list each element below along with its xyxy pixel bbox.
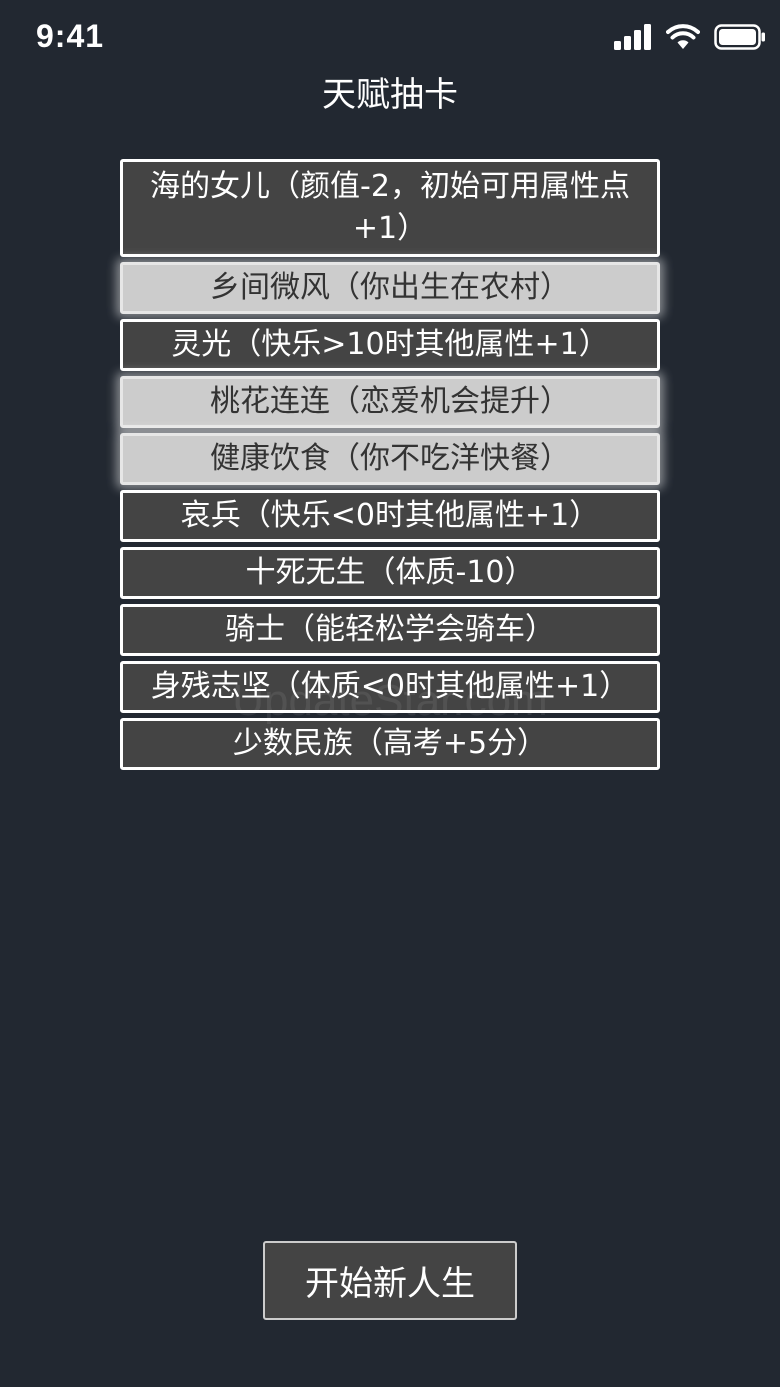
talent-card-inspiration[interactable]: 灵光（快乐>10时其他属性+1） [120, 319, 660, 371]
battery-icon [714, 24, 765, 50]
talent-card-disabled-strong-will[interactable]: 身残志坚（体质<0时其他属性+1） [120, 661, 660, 713]
talent-card-country-breeze[interactable]: 乡间微风（你出生在农村） [120, 262, 660, 314]
status-icons [614, 24, 766, 50]
status-time: 9:41 [36, 18, 105, 54]
talent-card-certain-death[interactable]: 十死无生（体质-10） [120, 547, 660, 599]
page-title: 天赋抽卡 [322, 75, 458, 115]
talent-card-ethnic-minority[interactable]: 少数民族（高考+5分） [120, 718, 660, 770]
talent-card-grieving-soldier[interactable]: 哀兵（快乐<0时其他属性+1） [120, 490, 660, 542]
talent-card-peach-blossom[interactable]: 桃花连连（恋爱机会提升） [120, 376, 660, 428]
start-new-life-button[interactable]: 开始新人生 [263, 1241, 517, 1320]
talent-list: 海的女儿（颜值-2，初始可用属性点+1） 乡间微风（你出生在农村） 灵光（快乐>… [120, 159, 660, 775]
talent-card-sea-daughter[interactable]: 海的女儿（颜值-2，初始可用属性点+1） [120, 159, 660, 257]
talent-card-healthy-diet[interactable]: 健康饮食（你不吃洋快餐） [120, 433, 660, 485]
status-bar: 9:41 [0, 0, 780, 76]
signal-icon [614, 24, 651, 50]
talent-card-knight[interactable]: 骑士（能轻松学会骑车） [120, 604, 660, 656]
wifi-icon [666, 24, 700, 49]
